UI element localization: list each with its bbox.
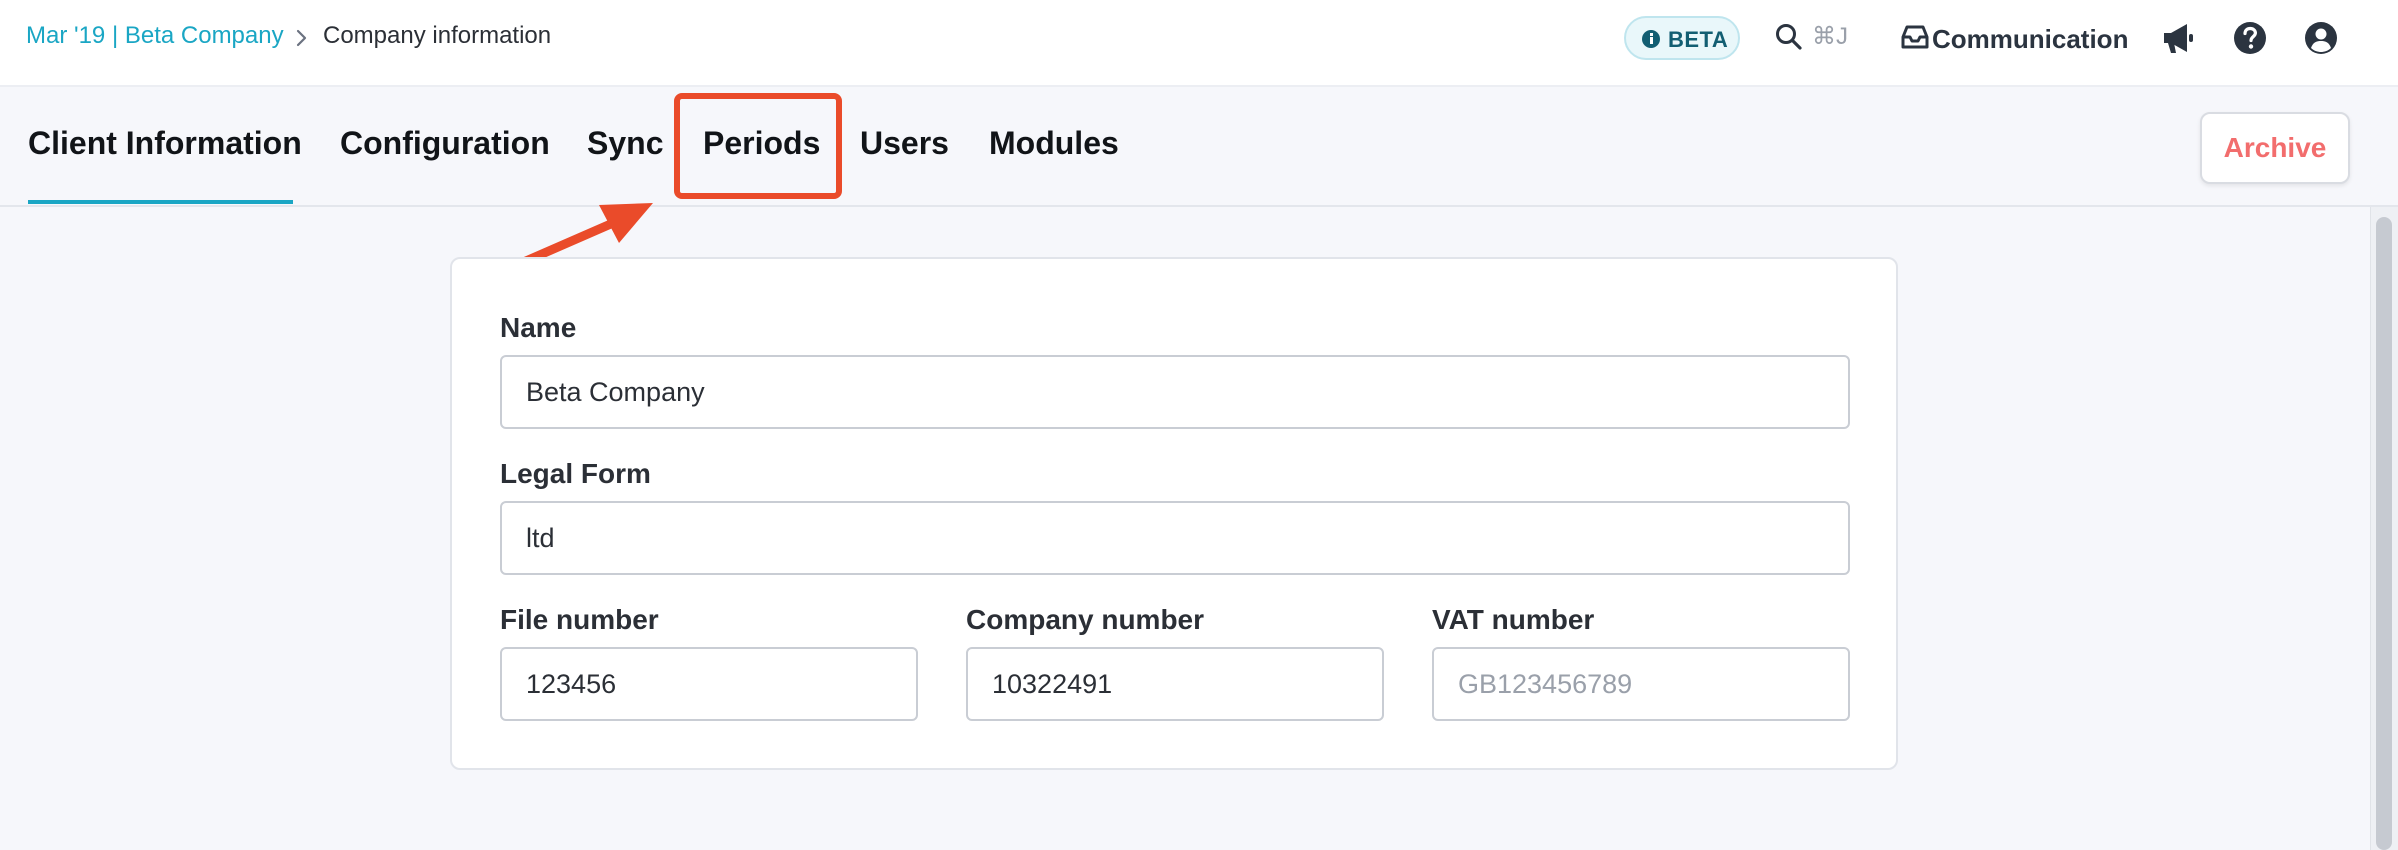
tab-sync[interactable]: Sync <box>587 125 663 162</box>
file-number-input[interactable] <box>500 647 918 721</box>
tab-modules[interactable]: Modules <box>989 125 1119 162</box>
megaphone-icon[interactable] <box>2158 18 2198 58</box>
company-number-label: Company number <box>966 604 1205 635</box>
chevron-right-icon <box>296 29 307 47</box>
top-bar: Mar '19 | Beta Company Company informati… <box>0 0 2398 87</box>
communication-label: Communication <box>1932 24 2129 54</box>
breadcrumb-current: Company information <box>323 22 552 49</box>
beta-badge[interactable]: BETA <box>1624 16 1740 60</box>
file-number-label: File number <box>500 604 659 635</box>
tab-client-information[interactable]: Client Information <box>28 125 302 162</box>
tab-configuration[interactable]: Configuration <box>340 125 550 162</box>
archive-button[interactable]: Archive <box>2200 112 2350 184</box>
inbox-icon <box>1901 25 1929 49</box>
search-shortcut: ⌘J <box>1812 23 1848 50</box>
info-icon <box>1642 30 1660 48</box>
name-label: Name <box>500 312 577 343</box>
company-info-card: Name Legal Form File number Company numb… <box>450 257 1898 770</box>
breadcrumb-parent-link[interactable]: Mar '19 | Beta Company <box>26 22 284 50</box>
vat-number-input[interactable] <box>1432 647 1850 721</box>
tab-users[interactable]: Users <box>860 125 949 162</box>
name-input[interactable] <box>500 355 1850 429</box>
vat-number-label: VAT number <box>1432 604 1595 635</box>
tab-periods[interactable]: Periods <box>703 125 820 162</box>
active-tab-indicator <box>28 200 293 204</box>
vertical-scrollbar[interactable] <box>2370 207 2398 850</box>
company-number-input[interactable] <box>966 647 1384 721</box>
legal-form-input[interactable] <box>500 501 1850 575</box>
beta-label: BETA <box>1668 27 1729 52</box>
search-icon[interactable] <box>1774 22 1804 52</box>
help-icon[interactable] <box>2230 18 2270 58</box>
account-icon[interactable] <box>2301 18 2341 58</box>
tabs-bar: Client Information Configuration Sync Pe… <box>0 89 2398 207</box>
legal-form-label: Legal Form <box>500 458 651 489</box>
scrollbar-thumb[interactable] <box>2376 217 2392 850</box>
